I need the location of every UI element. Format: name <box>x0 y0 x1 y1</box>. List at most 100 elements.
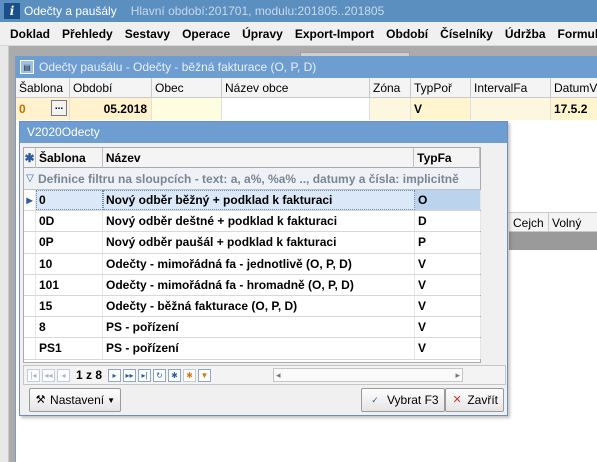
asterisk-icon[interactable]: ✱ <box>168 368 182 382</box>
filter-icon[interactable]: ▼ <box>198 368 212 382</box>
row-nazev: PS - pořízení <box>103 317 415 338</box>
row-sablona: 8 <box>36 317 103 338</box>
filter-hint: Definice filtru na sloupcích - text: a, … <box>38 172 459 186</box>
select-label: Vybrat F3 <box>387 393 439 407</box>
edit-row: 0 ... 05.2018 V 17.5.2 <box>16 98 597 120</box>
lookup-grid-header: ✱ Šablona Název TypFa <box>24 148 480 168</box>
table-row[interactable]: 101 Odečty - mimořádná fa - hromadně (O,… <box>24 274 481 296</box>
row-sablona: 0D <box>36 211 103 232</box>
lookup-grid: ✱ Šablona Název TypFa ▽ Definice filtru … <box>23 147 481 363</box>
filter-row[interactable]: ▽ Definice filtru na sloupcích - text: a… <box>24 168 480 190</box>
col-header-sablona[interactable]: Šablona <box>16 78 70 98</box>
nazev-obce-cell[interactable] <box>222 98 370 120</box>
app-icon: i <box>4 3 20 19</box>
table-row[interactable]: ▸ 0 Nový odběr běžný + podklad k faktura… <box>24 190 481 212</box>
row-nazev: Odečty - běžná fakturace (O, P, D) <box>103 295 415 317</box>
row-nazev: Nový odběr deštné + podklad k fakturaci <box>103 211 415 232</box>
obdobi-cell[interactable]: 05.2018 <box>70 98 152 120</box>
prev-record-icon[interactable]: ◂ <box>57 368 70 382</box>
last-page-icon[interactable]: ▸| <box>138 368 152 382</box>
detail-grid-right: Cejch Volný <box>509 154 597 254</box>
popup-title: V2020Odecty <box>20 122 507 143</box>
col-header-cejch[interactable]: Cejch <box>509 213 549 233</box>
col-header-nazev[interactable]: Název <box>103 148 415 168</box>
menu-sestavy[interactable]: Sestavy <box>119 27 176 41</box>
row-sablona: PS1 <box>36 338 103 359</box>
row-sablona: 0P <box>36 232 103 253</box>
col-header-intervalfa[interactable]: IntervalFa <box>471 78 551 98</box>
typpor-cell[interactable]: V <box>411 98 471 120</box>
row-nazev: Nový odběr paušál + podklad k fakturaci <box>103 232 415 253</box>
obec-cell[interactable] <box>152 98 222 120</box>
menu-obdobi[interactable]: Období <box>380 27 434 41</box>
table-row[interactable]: PS1 PS - pořízení V <box>24 338 481 360</box>
main-window-title: Odečty a paušály <box>24 4 117 18</box>
next-page-icon[interactable]: ▸▸ <box>123 368 137 382</box>
row-nazev: Nový odběr běžný + podklad k fakturaci <box>103 190 415 211</box>
ellipsis-button[interactable]: ... <box>51 100 67 116</box>
sablona-cell[interactable]: 0 ... <box>16 98 70 120</box>
dropdown-arrow-icon: ▼ <box>107 395 115 405</box>
select-button[interactable]: ✓ Vybrat F3 <box>361 388 445 412</box>
row-typfa: V <box>415 317 481 338</box>
navigation-bar: |◂ ◂◂ ◂ 1 z 8 ▸ ▸▸ ▸| ↻ ✱ ✱ ▼ ◂ ▸ <box>23 365 506 385</box>
col-header-obdobi[interactable]: Období <box>70 78 152 98</box>
row-typfa: V <box>415 253 481 274</box>
menu-ciselniky[interactable]: Číselníky <box>434 27 499 41</box>
table-row[interactable]: 15 Odečty - běžná fakturace (O, P, D) V <box>24 295 481 318</box>
col-header-sablona[interactable]: Šablona <box>36 148 103 168</box>
main-window-title-bar: i Odečty a paušály Hlavní období:201701,… <box>0 0 597 22</box>
row-nazev: PS - pořízení <box>103 338 415 359</box>
scroll-right-icon[interactable]: ▸ <box>455 370 460 381</box>
col-header-volny[interactable]: Volný <box>549 213 597 233</box>
table-row[interactable]: 8 PS - pořízení V <box>24 317 481 339</box>
filter-icon: ▽ <box>26 173 34 184</box>
zona-cell[interactable] <box>370 98 411 120</box>
menu-upravy[interactable]: Úpravy <box>236 27 289 41</box>
scroll-left-icon[interactable]: ◂ <box>276 370 281 381</box>
asterisk-icon: ✱ <box>24 148 36 168</box>
settings-icon: ⚒ <box>35 394 46 406</box>
first-page-icon[interactable]: |◂ <box>27 368 40 382</box>
col-header-zona[interactable]: Zóna <box>370 78 411 98</box>
table-row[interactable]: 10 Odečty - mimořádná fa - jednotlivě (O… <box>24 253 481 275</box>
menu-operace[interactable]: Operace <box>176 27 236 41</box>
col-header-obec[interactable]: Obec <box>152 78 222 98</box>
row-sablona: 101 <box>36 274 103 295</box>
close-button[interactable]: ✕ Zavřít <box>445 388 504 412</box>
menu-export-import[interactable]: Export-Import <box>289 27 380 41</box>
row-typfa: V <box>415 274 481 295</box>
child-window-title-bar: ▤ Odečty paušálu - Odečty - běžná faktur… <box>16 56 597 78</box>
menu-formulare[interactable]: Formuláře <box>552 27 597 41</box>
intervalfa-cell[interactable] <box>471 98 551 120</box>
current-row-indicator-icon: ▸ <box>24 190 36 211</box>
row-sablona: 10 <box>36 253 103 274</box>
menu-doklad[interactable]: Doklad <box>0 27 56 41</box>
ok-icon: ✓ <box>371 395 379 405</box>
table-row[interactable]: 0P Nový odběr paušál + podklad k faktura… <box>24 232 481 254</box>
col-header-nazev-obce[interactable]: Název obce <box>222 78 370 98</box>
left-strip <box>0 46 9 462</box>
close-label: Zavřít <box>467 393 498 407</box>
col-header-typfa[interactable]: TypFa <box>414 148 480 168</box>
col-header-datum[interactable]: DatumV <box>551 78 597 98</box>
menu-prehledy[interactable]: Přehledy <box>56 27 119 41</box>
next-record-icon[interactable]: ▸ <box>108 368 122 382</box>
horizontal-scrollbar[interactable]: ◂ ▸ <box>273 368 464 382</box>
close-door-icon: ✕ <box>452 394 462 406</box>
table-row[interactable]: 0D Nový odběr deštné + podklad k faktura… <box>24 211 481 233</box>
detail-grid-empty-area <box>509 232 597 250</box>
refresh-icon[interactable]: ↻ <box>153 368 167 382</box>
datum-cell[interactable]: 17.5.2 <box>551 98 597 120</box>
menu-udrzba[interactable]: Údržba <box>499 27 552 41</box>
child-window-title: Odečty paušálu - Odečty - běžná fakturac… <box>39 60 317 74</box>
row-typfa: O <box>415 190 481 211</box>
detail-grid-header: Cejch Volný <box>509 212 597 233</box>
star-icon[interactable]: ✱ <box>183 368 197 382</box>
row-typfa: P <box>415 232 481 253</box>
sablona-value: 0 <box>19 102 26 116</box>
grid-header: Šablona Období Obec Název obce Zóna TypP… <box>16 78 597 98</box>
col-header-typpor[interactable]: TypPoř <box>411 78 471 98</box>
prev-page-icon[interactable]: ◂◂ <box>42 368 55 382</box>
settings-button[interactable]: ⚒ Nastavení ▼ <box>29 388 121 412</box>
